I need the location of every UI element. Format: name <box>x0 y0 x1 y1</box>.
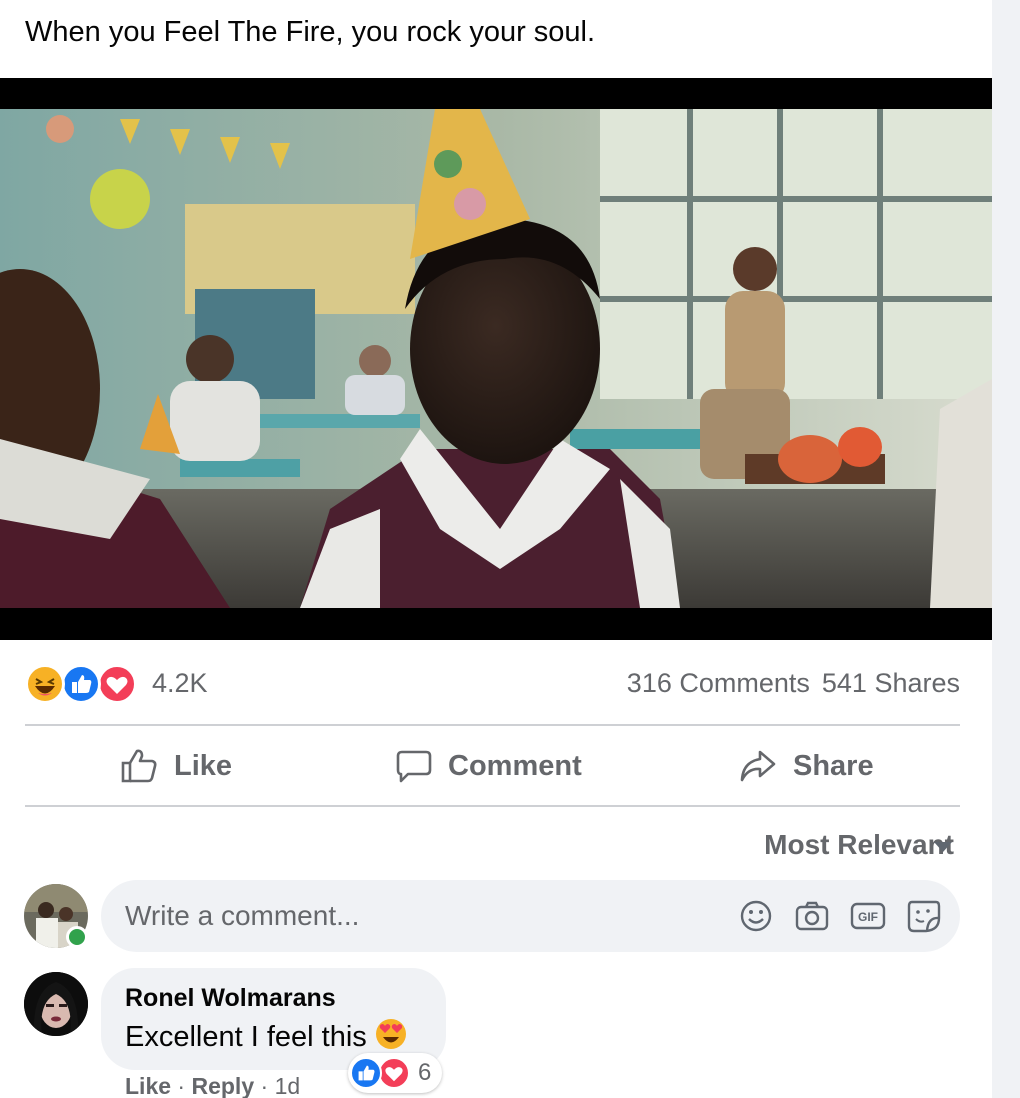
divider <box>25 724 960 726</box>
comment-reaction-summary[interactable]: 6 <box>348 1053 442 1093</box>
speech-bubble-icon <box>396 750 432 783</box>
like-icon <box>61 664 101 704</box>
page-scroll-gutter <box>992 0 1020 1098</box>
share-button-label: Share <box>793 749 874 782</box>
video-player[interactable] <box>0 78 992 640</box>
reaction-stats-bar: 4.2K 316 Comments 541 Shares <box>25 660 960 708</box>
sticker-icon[interactable] <box>906 898 942 934</box>
engagement-counts: 316 Comments 541 Shares <box>615 668 960 699</box>
post-caption: When you Feel The Fire, you rock your so… <box>25 16 596 48</box>
post-actions-bar: Like Comment Share <box>25 727 960 805</box>
comment-meta: Like · Reply · 1d <box>125 1073 300 1098</box>
haha-icon <box>25 664 65 704</box>
share-button[interactable]: Share <box>739 727 874 805</box>
comment-composer: GIF <box>101 880 960 952</box>
heart-eyes-emoji <box>375 1019 406 1049</box>
meta-separator: · <box>177 1073 192 1098</box>
comment-text: Excellent I feel this <box>125 1018 407 1054</box>
love-icon <box>97 664 137 704</box>
like-icon <box>350 1057 382 1089</box>
like-button-label: Like <box>174 749 233 782</box>
comment-like-link[interactable]: Like <box>125 1073 171 1098</box>
reaction-summary[interactable] <box>25 664 140 704</box>
comment-sort-dropdown[interactable]: Most Relevant <box>764 829 954 861</box>
meta-separator: · <box>260 1073 275 1098</box>
comment-text-body: Excellent I feel this <box>125 1021 367 1053</box>
comment-reaction-count: 6 <box>418 1059 432 1086</box>
reaction-count[interactable]: 4.2K <box>152 668 208 699</box>
emoji-icon[interactable] <box>738 898 774 934</box>
comment-input[interactable] <box>125 880 725 952</box>
shares-count-link[interactable]: 541 Shares <box>822 668 960 698</box>
online-status-dot <box>66 926 88 948</box>
love-icon <box>378 1057 410 1089</box>
divider <box>25 805 960 807</box>
thumbs-up-icon <box>121 749 157 783</box>
like-button[interactable]: Like <box>120 727 232 805</box>
caret-down-icon[interactable] <box>934 842 952 852</box>
comment-age[interactable]: 1d <box>275 1073 301 1098</box>
video-frame[interactable] <box>0 109 992 608</box>
gif-icon-label: GIF <box>858 910 878 924</box>
gif-icon[interactable]: GIF <box>850 898 886 934</box>
commenter-avatar[interactable] <box>24 972 88 1036</box>
comment-reply-link[interactable]: Reply <box>191 1073 254 1098</box>
camera-icon[interactable] <box>794 898 830 934</box>
comment-author[interactable]: Ronel Wolmarans <box>125 984 336 1013</box>
share-arrow-icon <box>740 750 776 782</box>
classroom-scene-image <box>0 109 992 608</box>
comment-button-label: Comment <box>448 749 582 782</box>
comments-count-link[interactable]: 316 Comments <box>627 668 810 698</box>
comment-button[interactable]: Comment <box>396 727 582 805</box>
